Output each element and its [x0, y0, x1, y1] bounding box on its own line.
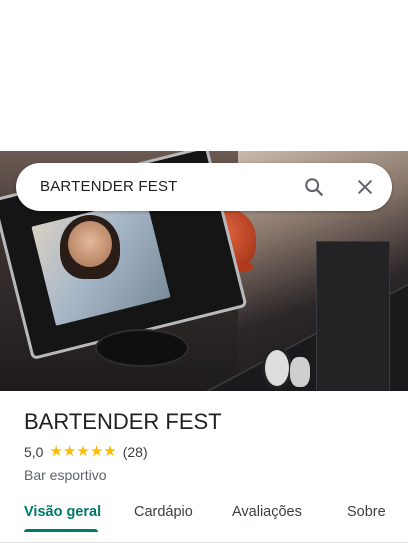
search-bar[interactable]: BARTENDER FEST: [16, 163, 392, 211]
photo-cabinet: [316, 241, 390, 391]
tab-bar: Visão geral Cardápio Avaliações Sobre: [0, 495, 408, 543]
rating-value: 5,0: [24, 444, 44, 460]
tab-cardapio[interactable]: Cardápio: [134, 495, 193, 529]
star-icon: ★: [49, 443, 63, 460]
place-title: BARTENDER FEST: [24, 409, 222, 434]
rating-stars: ★ ★ ★ ★ ★: [49, 443, 116, 461]
rating-row[interactable]: 5,0 ★ ★ ★ ★ ★ (28): [24, 443, 384, 461]
active-tab-indicator: [24, 529, 98, 532]
star-icon: ★: [62, 443, 77, 460]
close-icon: [358, 180, 372, 194]
close-button[interactable]: [349, 171, 381, 203]
star-icon: ★: [89, 443, 104, 460]
star-icon: ★: [103, 443, 117, 460]
tab-avaliacoes[interactable]: Avaliações: [232, 495, 302, 529]
search-button[interactable]: [298, 171, 330, 203]
place-info: BARTENDER FEST 5,0 ★ ★ ★ ★ ★ (28) Bar esport…: [24, 408, 384, 484]
photo-sticker: [262, 347, 292, 389]
search-query[interactable]: BARTENDER FEST: [40, 163, 178, 211]
search-icon: [305, 178, 323, 196]
review-count[interactable]: (28): [123, 443, 148, 461]
tab-sobre[interactable]: Sobre: [347, 495, 386, 529]
photo-monitor-stand: [95, 329, 189, 367]
star-icon: ★: [76, 443, 90, 460]
tab-visao-geral[interactable]: Visão geral: [24, 495, 101, 529]
place-category[interactable]: Bar esportivo: [24, 466, 384, 484]
photo-person-face: [68, 221, 112, 267]
photo-sticker-2: [290, 357, 310, 387]
